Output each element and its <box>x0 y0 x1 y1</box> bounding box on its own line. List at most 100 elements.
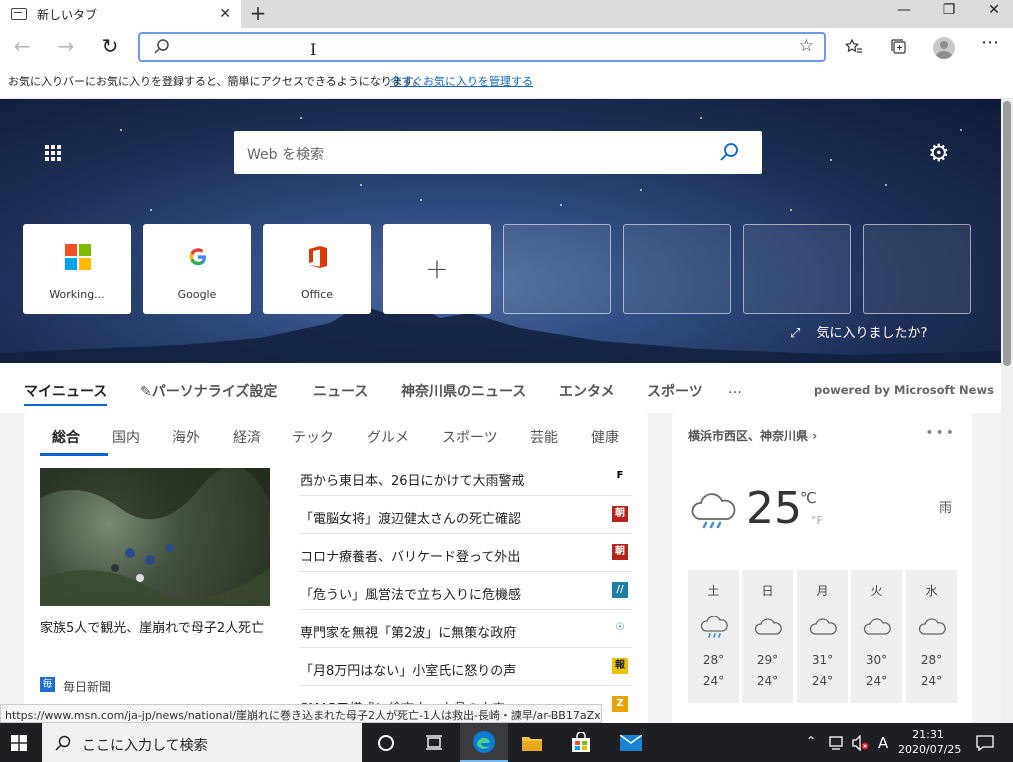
scrollbar-thumb[interactable] <box>1003 101 1011 366</box>
subtab-tech[interactable]: テック <box>292 427 334 447</box>
nav-kanagawa-news[interactable]: 神奈川県のニュース <box>401 381 526 401</box>
news-list-item[interactable]: 西から東日本、26日にかけて大雨警戒 F <box>300 458 632 496</box>
page-scrollbar[interactable] <box>1001 99 1013 723</box>
fahrenheit-unit[interactable]: °F <box>811 514 823 527</box>
nav-personalize[interactable]: ✎パーソナライズ設定 <box>140 381 277 401</box>
chevron-up-icon[interactable]: ⌃ <box>806 734 816 748</box>
profile-avatar[interactable] <box>933 37 955 59</box>
network-icon[interactable] <box>828 736 846 750</box>
taskbar: ここに入力して検索 ⌃ A 21:31 2020/07/25 <box>0 723 1013 762</box>
cortana-icon[interactable] <box>362 723 410 762</box>
forecast-day[interactable]: 月 31° 24° <box>797 570 848 703</box>
forecast-day[interactable]: 火 30° 24° <box>851 570 902 703</box>
rain-cloud-icon <box>691 493 736 529</box>
cloud-icon <box>754 618 782 635</box>
weather-more-icon[interactable]: ••• <box>925 425 956 441</box>
subtab-world[interactable]: 海外 <box>172 427 200 447</box>
restore-button[interactable]: ❐ <box>926 0 972 28</box>
taskbar-clock[interactable]: 21:31 2020/07/25 <box>898 727 961 757</box>
nav-news[interactable]: ニュース <box>313 381 368 401</box>
tab-new-tab[interactable]: 新しいタブ ✕ <box>0 0 241 28</box>
quicklink-working[interactable]: Working... <box>23 224 131 314</box>
refresh-icon[interactable]: ↻ <box>98 36 122 58</box>
forecast-day[interactable]: 水 28° 24° <box>906 570 957 703</box>
web-search-box[interactable]: Web を検索 <box>234 131 762 174</box>
add-favorite-star-icon[interactable]: ☆ <box>799 36 814 56</box>
tab-title: 新しいタブ <box>37 7 98 22</box>
close-window-button[interactable]: ✕ <box>971 0 1013 28</box>
feature-headline[interactable]: 家族5人で観光、崖崩れで母子2人死亡 <box>40 619 276 638</box>
source-badge-icon: F <box>616 470 624 481</box>
status-bar-url: https://www.msn.com/ja-jp/news/national/… <box>0 704 602 723</box>
address-bar[interactable]: I ☆ <box>138 32 826 62</box>
nav-more-icon[interactable]: … <box>728 381 742 397</box>
background-feedback[interactable]: ⤢ 気に入りましたか? <box>790 322 927 341</box>
favorites-icon[interactable] <box>843 37 865 59</box>
news-item-title: 専門家を無視「第2波」に無策な政府 <box>300 626 517 641</box>
new-tab-button[interactable]: + <box>248 1 268 25</box>
news-list-item[interactable]: 「危うい」風営法で立ち入りに危機感 // <box>300 572 632 610</box>
source-badge-icon: ☉ <box>615 622 625 633</box>
subtab-economy[interactable]: 経済 <box>233 427 261 447</box>
empty-quicklink-slot <box>503 224 611 314</box>
forecast-day-name: 水 <box>925 584 938 598</box>
forward-arrow-icon[interactable]: → <box>54 36 78 58</box>
edge-taskbar-icon[interactable] <box>460 723 508 762</box>
nav-sports[interactable]: スポーツ <box>647 381 703 401</box>
task-view-icon[interactable] <box>410 723 458 762</box>
app-launcher-icon[interactable] <box>45 145 63 161</box>
mail-icon[interactable] <box>607 723 655 762</box>
subtab-health[interactable]: 健康 <box>591 427 619 447</box>
clock-time: 21:31 <box>912 728 944 741</box>
notification-icon[interactable] <box>976 735 994 751</box>
rain-cloud-icon <box>700 616 728 638</box>
nav-entertainment[interactable]: エンタメ <box>559 381 615 401</box>
subtab-gourmet[interactable]: グルメ <box>367 427 409 447</box>
manage-favorites-link[interactable]: 今すぐお気に入りを管理する <box>390 73 533 89</box>
nav-my-news[interactable]: マイニュース <box>24 381 108 406</box>
quicklink-office[interactable]: Office <box>263 224 371 314</box>
expand-arrows-icon: ⤢ <box>790 326 801 341</box>
ime-indicator[interactable]: A <box>878 734 888 752</box>
quicklink-google[interactable]: Google <box>143 224 251 314</box>
store-icon[interactable] <box>557 723 605 762</box>
forecast-low: 24° <box>865 674 888 688</box>
source-badge-icon: Z <box>612 696 628 712</box>
tab-close-icon[interactable]: ✕ <box>219 6 231 22</box>
news-list-item[interactable]: コロナ療養者、バリケード登って外出 朝 <box>300 534 632 572</box>
subtab-domestic[interactable]: 国内 <box>112 427 140 447</box>
back-arrow-icon[interactable]: ← <box>10 36 34 58</box>
news-list-item[interactable]: 専門家を無視「第2波」に無策な政府 ☉ <box>300 610 632 648</box>
subtab-celebrity[interactable]: 芸能 <box>530 427 558 447</box>
background-feedback-text: 気に入りましたか? <box>816 326 928 341</box>
active-subtab-underline <box>40 453 108 456</box>
news-item-title: 「電脳女将」渡辺健太さんの死亡確認 <box>300 512 522 527</box>
subtab-sports[interactable]: スポーツ <box>442 427 498 447</box>
more-options-icon[interactable]: ⋯ <box>979 32 1001 54</box>
subtab-general[interactable]: 総合 <box>52 427 80 447</box>
taskbar-search-box[interactable]: ここに入力して検索 <box>42 723 362 762</box>
nav-personalize-label: パーソナライズ設定 <box>151 384 278 400</box>
add-quicklink-button[interactable]: + <box>383 224 491 314</box>
forecast-day[interactable]: 土 28° 24° <box>688 570 739 703</box>
news-list-item[interactable]: 「月8万円はない」小室氏に怒りの声 報 <box>300 648 632 686</box>
tab-strip: 新しいタブ ✕ + — ❐ ✕ <box>0 0 1013 28</box>
feature-photo[interactable] <box>40 468 270 606</box>
chevron-right-icon: › <box>812 429 818 443</box>
source-badge-icon: 朝 <box>612 544 628 560</box>
forecast-high: 31° <box>811 653 834 667</box>
forecast-day[interactable]: 日 29° 24° <box>742 570 793 703</box>
file-explorer-icon[interactable] <box>508 723 556 762</box>
empty-quicklink-slot <box>863 224 971 314</box>
celsius-unit[interactable]: ℃ <box>800 489 817 507</box>
volume-muted-icon[interactable] <box>852 735 870 751</box>
news-list-item[interactable]: 「電脳女将」渡辺健太さんの死亡確認 朝 <box>300 496 632 534</box>
favorites-bar: お気に入りバーにお気に入りを登録すると、簡単にアクセスできるようになります。 今… <box>0 66 1013 99</box>
minimize-button[interactable]: — <box>881 0 927 28</box>
pencil-icon: ✎ <box>140 384 152 400</box>
collections-icon[interactable] <box>888 37 910 59</box>
gear-icon[interactable]: ⚙ <box>928 139 950 167</box>
weather-location[interactable]: 横浜市西区、神奈川県 › <box>688 427 817 444</box>
windows-start-icon[interactable] <box>11 735 27 751</box>
search-icon[interactable] <box>718 141 740 163</box>
